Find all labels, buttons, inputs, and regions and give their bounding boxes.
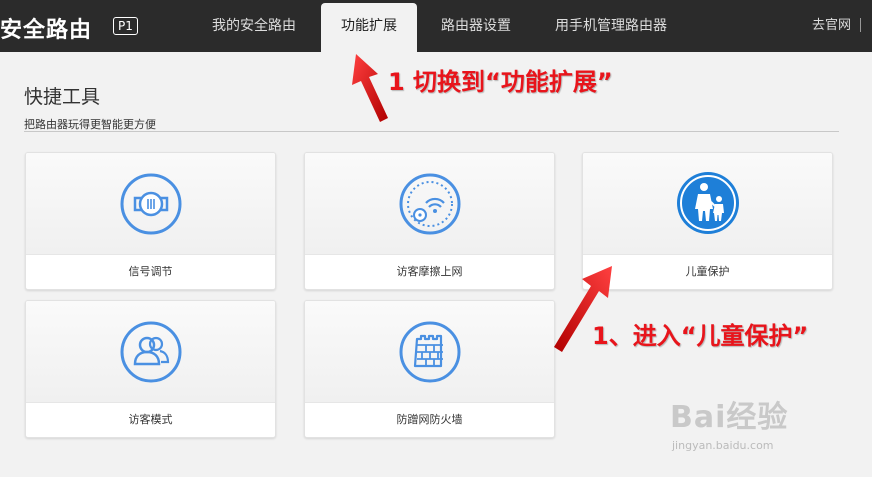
watermark-logo: Bai经验 (670, 400, 789, 435)
card-icon-area (305, 301, 554, 403)
guest-wifi-icon (399, 173, 461, 235)
card-icon-area (26, 153, 275, 255)
tab-my-router[interactable]: 我的安全路由 (212, 0, 296, 52)
tool-label: 防蹭网防火墙 (396, 413, 463, 426)
brand-name: 安全路由 (0, 18, 93, 43)
section-divider (24, 131, 839, 132)
tool-card-guest-wifi[interactable]: 访客摩擦上网 (304, 152, 555, 290)
tool-card-signal-adjust[interactable]: 信号调节 (25, 152, 276, 290)
card-icon-area (305, 153, 554, 255)
nav-separator (860, 18, 861, 32)
tab-mobile-management[interactable]: 用手机管理路由器 (555, 0, 667, 52)
tool-label: 访客模式 (128, 413, 173, 426)
model-badge: P1 (113, 17, 138, 35)
firewall-icon (399, 321, 461, 383)
section-subtitle: 把路由器玩得更智能更方便 (24, 118, 156, 131)
tool-card-guest-mode[interactable]: 访客模式 (25, 300, 276, 438)
card-icon-area (26, 301, 275, 403)
guest-mode-icon (120, 321, 182, 383)
tool-label: 访客摩擦上网 (396, 265, 463, 278)
official-site-link[interactable]: 去官网 (812, 0, 851, 52)
card-icon-area (583, 153, 832, 255)
section-title: 快捷工具 (24, 86, 101, 108)
tab-feature-extension[interactable]: 功能扩展 (321, 3, 417, 52)
tool-card-firewall[interactable]: 防蹭网防火墙 (304, 300, 555, 438)
annotation-step-child-protection: 1、进入“儿童保护” (592, 322, 809, 350)
top-nav-bar: 安全路由 P1 我的安全路由 功能扩展 路由器设置 用手机管理路由器 去官网 (0, 0, 872, 52)
tool-label: 儿童保护 (685, 265, 730, 278)
annotation-step-feature-tab: 1 切换到“功能扩展” (388, 68, 613, 96)
watermark-url: jingyan.baidu.com (672, 439, 774, 452)
tab-router-settings[interactable]: 路由器设置 (441, 0, 511, 52)
child-protection-icon (677, 172, 739, 234)
watermark: Bai经验 jingyan.baidu.com (670, 392, 789, 452)
signal-adjust-icon (120, 173, 182, 235)
tool-card-child-protection[interactable]: 儿童保护 (582, 152, 833, 290)
tool-label: 信号调节 (128, 265, 173, 278)
